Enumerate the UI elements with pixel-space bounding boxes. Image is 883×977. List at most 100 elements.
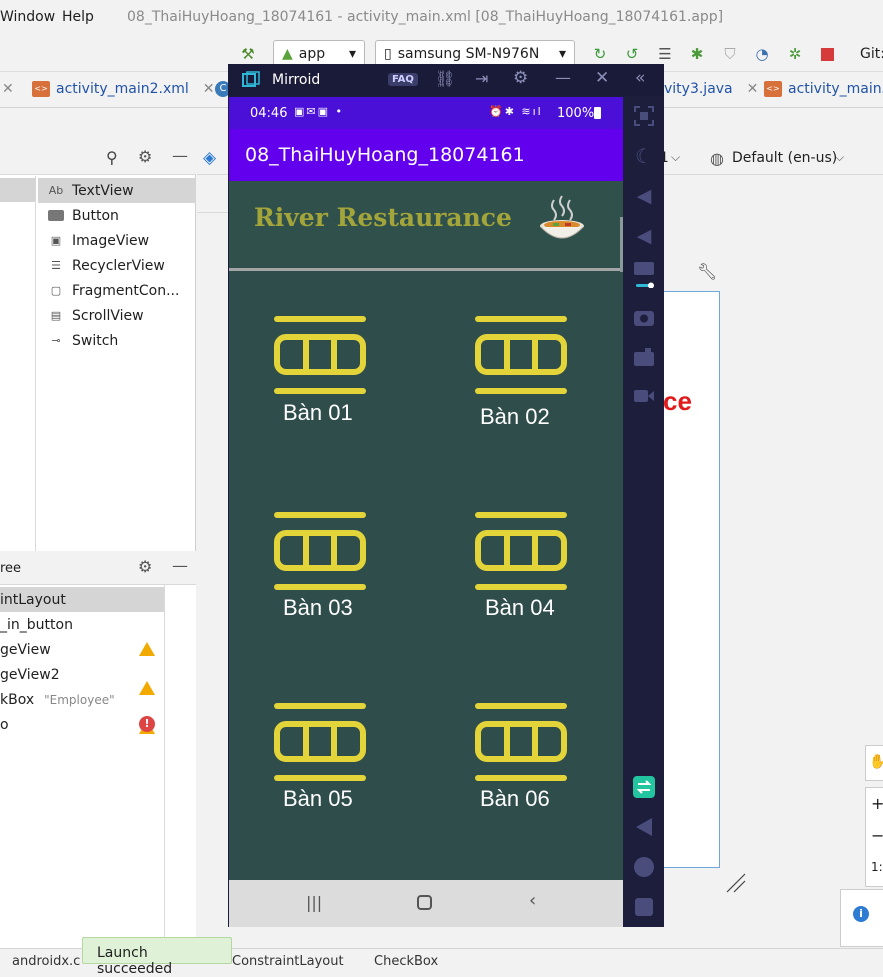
zoom-controls: + − 1: — [865, 787, 883, 887]
table-button-02[interactable] — [475, 316, 567, 400]
layers-icon[interactable]: ◈ — [203, 148, 216, 168]
stop-icon[interactable] — [817, 44, 837, 64]
recents-icon[interactable] — [632, 895, 656, 919]
resize-handle-icon[interactable] — [725, 872, 747, 894]
locale-select[interactable]: Default (en-us) — [732, 150, 837, 166]
profiler-icon[interactable]: ◔ — [752, 44, 772, 64]
error-icon[interactable]: ! — [139, 716, 155, 732]
gear-icon[interactable]: ⚙ — [138, 557, 152, 576]
keyboard-icon[interactable] — [632, 262, 656, 288]
mirroid-logo-icon — [242, 71, 260, 89]
gear-icon[interactable]: ⚙ — [513, 68, 528, 88]
home-icon[interactable] — [632, 855, 656, 879]
breadcrumb-item[interactable]: androidx.c — [12, 954, 80, 969]
close-icon[interactable]: ✕ — [203, 81, 215, 97]
component-tree-title: ree — [0, 561, 22, 576]
tree-item-text-attr: "Employee" — [44, 692, 115, 707]
tree-item-label: geView2 — [0, 666, 60, 683]
close-icon[interactable]: ✕ — [595, 68, 609, 88]
device-label: samsung SM-N976N — [397, 46, 540, 62]
palette-item-imageview[interactable]: ▣ ImageView — [38, 228, 196, 253]
apply-code-changes-icon[interactable]: ↺ — [622, 44, 642, 64]
attach-process-icon[interactable]: ✲ — [785, 44, 805, 64]
app-title: 08_ThaiHuyHoang_18074161 — [245, 144, 525, 166]
imageview-icon: ▣ — [50, 234, 62, 247]
pin-icon[interactable]: ⇥ — [475, 69, 488, 88]
attach-debugger-icon[interactable]: ⛉ — [720, 44, 740, 64]
recents-icon[interactable]: ||| — [306, 893, 322, 912]
tree-item[interactable]: _in_button — [0, 612, 164, 637]
tab-activity3-java[interactable]: vity3.java ✕ — [664, 81, 758, 97]
info-icon: i — [853, 906, 869, 922]
volume-up-icon[interactable]: ◀︎ — [632, 184, 656, 208]
breadcrumb-item[interactable]: ConstraintLayout — [232, 954, 344, 969]
table-button-01[interactable] — [274, 316, 366, 400]
tree-item[interactable]: kBox "Employee" — [0, 687, 164, 712]
textview-icon: Ab — [48, 184, 64, 197]
warning-icon[interactable] — [139, 642, 155, 656]
palette-item-fragment[interactable]: ▢ FragmentCon... — [38, 278, 196, 303]
minimize-icon[interactable]: — — [172, 556, 188, 575]
link-icon[interactable]: ⛓ — [435, 69, 455, 88]
palette-item-switch[interactable]: ⊸ Switch — [38, 328, 196, 353]
menu-window[interactable]: Window — [0, 9, 55, 25]
palette-item-textview[interactable]: Ab TextView — [38, 178, 196, 203]
zoom-out-icon[interactable]: − — [871, 826, 883, 845]
apply-changes-icon[interactable]: ↻ — [590, 44, 610, 64]
fullscreen-icon[interactable] — [632, 104, 656, 128]
switch-device-icon[interactable] — [632, 775, 656, 799]
menu-help[interactable]: Help — [62, 9, 94, 25]
zoom-in-icon[interactable]: + — [871, 794, 883, 813]
table-button-05[interactable] — [274, 703, 366, 787]
palette-categories — [0, 176, 36, 551]
pan-tool[interactable]: ✋ — [865, 745, 883, 781]
table-button-06[interactable] — [475, 703, 567, 787]
volume-down-icon[interactable]: ◀︎ — [632, 224, 656, 248]
tab-label: activity_main3. — [788, 81, 883, 97]
zoom-1to1-icon[interactable]: 1: — [871, 860, 883, 874]
layout-preview-canvas[interactable] — [660, 291, 720, 868]
breadcrumb-item[interactable]: CheckBox — [374, 954, 438, 969]
collapse-sidebar-icon[interactable]: « — [635, 68, 645, 88]
info-notification[interactable]: i — [840, 889, 883, 947]
header-divider — [229, 268, 623, 271]
screenshot-icon[interactable] — [632, 305, 656, 329]
home-icon[interactable] — [417, 895, 432, 910]
menu-bar: Window Help 08_ThaiHuyHoang_18074161 - a… — [0, 0, 883, 36]
back-icon[interactable] — [632, 815, 656, 839]
close-icon[interactable]: ✕ — [2, 81, 14, 97]
minimize-icon[interactable]: — — [172, 146, 188, 165]
tab-activity-main2[interactable]: <> activity_main2.xml ✕ — [32, 81, 215, 97]
wrench-icon[interactable]: 🔧︎ — [697, 262, 717, 281]
table-button-04[interactable] — [475, 512, 567, 596]
minimize-icon[interactable]: — — [555, 68, 571, 87]
palette-item-label: ImageView — [72, 232, 150, 249]
file-transfer-icon[interactable] — [632, 345, 656, 369]
chevron-down-icon: ⌵ — [835, 150, 845, 164]
palette-item-label: TextView — [72, 182, 134, 199]
palette-item-button[interactable]: Button — [38, 203, 196, 228]
tree-item[interactable]: intLayout — [0, 587, 164, 612]
tree-item-label: geView — [0, 641, 51, 658]
faq-button[interactable]: FAQ — [388, 73, 418, 86]
tab-activity-main3[interactable]: <> activity_main3. — [764, 81, 883, 97]
table-label: Bàn 04 — [485, 595, 555, 620]
table-button-03[interactable] — [274, 512, 366, 596]
search-icon[interactable]: ⚲ — [106, 148, 118, 167]
build-hammer-icon[interactable]: ⚒ — [238, 44, 258, 64]
palette-item-recyclerview[interactable]: ☰ RecyclerView — [38, 253, 196, 278]
logcat-icon[interactable]: ☰ — [655, 44, 675, 64]
close-icon[interactable]: ✕ — [747, 81, 759, 97]
palette-category-selected[interactable] — [0, 178, 36, 202]
chevron-down-icon: ▾ — [348, 46, 356, 62]
table-label: Bàn 06 — [480, 786, 550, 811]
table-icon — [475, 316, 567, 394]
gear-icon[interactable]: ⚙ — [138, 147, 152, 166]
table-label: Bàn 02 — [480, 404, 550, 429]
back-icon[interactable]: ‹ — [529, 890, 536, 911]
sleep-icon[interactable]: ☾ — [632, 144, 656, 168]
palette-item-scrollview[interactable]: ▤ ScrollView — [38, 303, 196, 328]
debug-icon[interactable]: ✱ — [687, 44, 707, 64]
record-video-icon[interactable] — [632, 384, 656, 408]
phone-screen[interactable]: 04:46 ▣✉▣ • ⏰✱ ≋ıl 100% 08_ThaiHuyHoang_… — [229, 97, 623, 927]
